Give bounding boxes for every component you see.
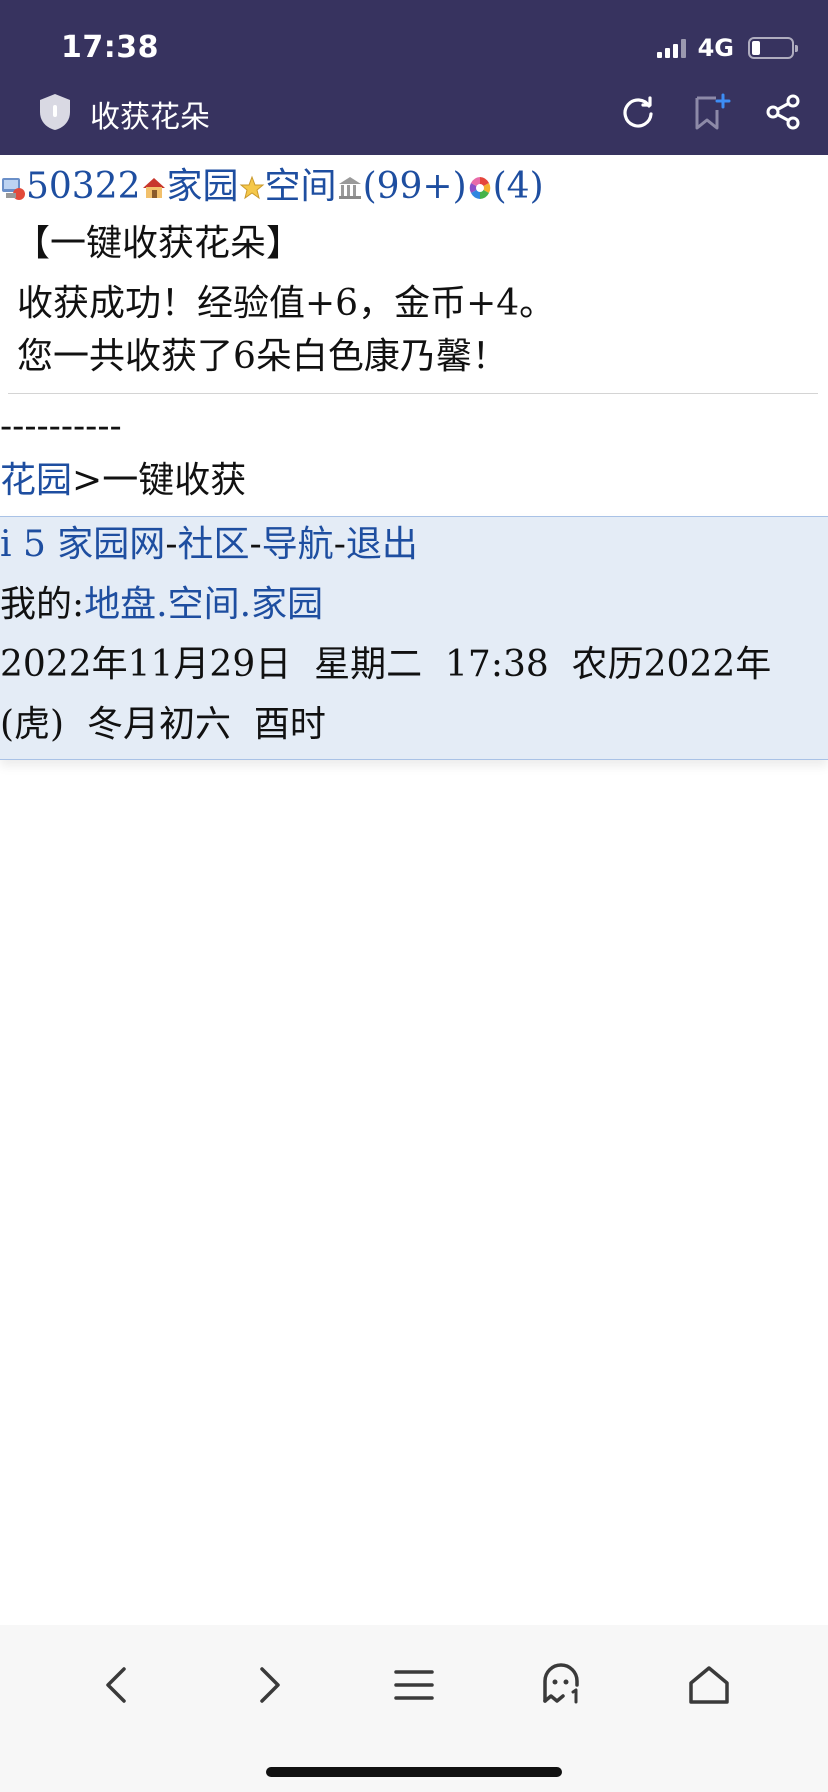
date-line2: (虎) 冬月初六 酉时 [0,704,326,745]
date-line1: 2022年11月29日 星期二 17:38 农历2022年 [0,644,772,685]
navigation-link[interactable]: 导航 [262,524,334,565]
battery-icon [748,37,798,59]
footer-panel: i 5 家园网-社区-导航-退出 我的:地盘.空间.家园 2022年11月29日… [0,516,828,760]
footer-dot: . [156,584,168,625]
bookmark-add-icon[interactable] [692,92,732,132]
refresh-icon[interactable] [618,92,658,132]
back-icon[interactable] [94,1661,142,1709]
user-id-link[interactable]: 50322 [26,166,141,207]
separator-text: ---------- [0,406,122,447]
ghost-icon[interactable] [537,1661,585,1709]
footer-dot: . [239,584,252,625]
footer-space-link[interactable]: 空间 [168,584,240,625]
home-indicator[interactable] [266,1767,562,1777]
page-title: 收获花朵 [90,100,210,135]
home-icon[interactable] [685,1661,733,1709]
home-link[interactable]: 家园 [167,166,239,207]
footer-mine-row: 我的:地盘.空间.家园 [0,581,323,629]
house-icon [142,178,165,198]
community-link[interactable]: 社区 [177,524,249,565]
mail-count-link[interactable]: (99+) [363,166,467,207]
status-time: 17:38 [61,30,159,65]
site-link[interactable]: i 5 家园网 [0,524,165,565]
signal-icon [656,38,686,58]
share-icon[interactable] [764,92,804,132]
shield-icon[interactable] [36,92,74,132]
pinwheel-icon [469,177,490,199]
logout-link[interactable]: 退出 [346,524,418,565]
result-message-line2: 您一共收获了6朵白色康乃馨！ [17,336,508,377]
result-heading: 【一键收获花朵】 [14,223,303,264]
star-icon [239,175,264,200]
browser-top-bar: 17:38 4G 收获花朵 [0,0,828,155]
footer-dash: - [249,524,262,565]
footer-home-link[interactable]: 家园 [251,584,323,625]
breadcrumb: 花园>一键收获 [0,457,246,505]
forward-icon[interactable] [244,1661,292,1709]
network-type: 4G [697,34,734,62]
result-message-line1: 收获成功！经验值+6，金币+4。 [17,283,556,324]
user-avatar-icon [2,178,25,200]
footer-dash: - [165,524,178,565]
content-divider [8,393,818,394]
footer-dash: - [333,524,346,565]
breadcrumb-separator: > [72,460,103,501]
notice-count-link[interactable]: (4) [493,166,544,207]
space-link[interactable]: 空间 [265,166,337,207]
breadcrumb-current: 一键收获 [102,460,247,501]
menu-icon[interactable] [390,1661,438,1709]
garden-link[interactable]: 花园 [0,460,72,501]
footer-nav-row: i 5 家园网-社区-导航-退出 [0,521,418,569]
land-link[interactable]: 地盘 [84,584,156,625]
bank-icon [338,177,361,199]
mine-label: 我的: [0,584,85,625]
user-nav-row: 50322 家园 空间 (99+) (4) [0,163,544,211]
status-indicators: 4G [656,34,798,62]
browser-bottom-bar [0,1625,828,1792]
